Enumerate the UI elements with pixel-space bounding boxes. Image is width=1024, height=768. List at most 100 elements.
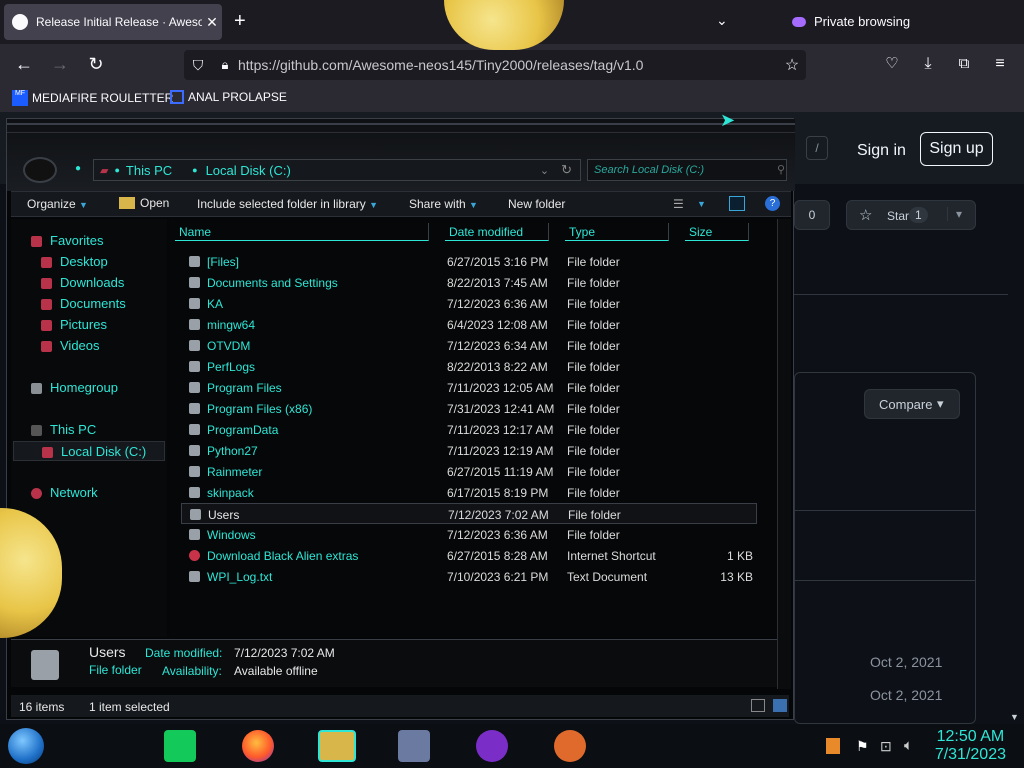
table-row[interactable]: Documents and Settings 8/22/2013 7:45 AM F… [181, 272, 757, 293]
table-row[interactable]: [Files] 6/27/2015 3:16 PM File folder [181, 251, 757, 272]
organize-button[interactable]: Organize ▼ [27, 197, 88, 211]
table-row[interactable]: ProgramData 7/11/2023 12:17 AM File folder [181, 419, 757, 440]
star-label: Star [887, 209, 910, 223]
drive-icon [42, 447, 53, 459]
table-row[interactable]: Download Black Alien extras 6/27/2015 8:2… [181, 545, 757, 566]
menu-icon[interactable]: ≡ [988, 52, 1012, 76]
scroll-down-icon[interactable]: ▼ [1010, 712, 1019, 722]
search-icon[interactable]: ⚲ [777, 163, 785, 176]
table-row[interactable]: KA 7/12/2023 6:36 AM File folder [181, 293, 757, 314]
table-row[interactable]: Windows 7/12/2023 6:36 AM File folder [181, 524, 757, 545]
nav-desktop[interactable]: Desktop [41, 252, 108, 272]
star-button[interactable]: ☆ Star 1 ▾ [846, 200, 976, 230]
lock-icon[interactable]: 🔒︎ [212, 57, 238, 73]
nav-videos[interactable]: Videos [41, 336, 100, 356]
file-name: mingw64 [207, 318, 256, 332]
nav-this-pc[interactable]: This PC [31, 420, 96, 440]
sign-up-button[interactable]: Sign up [920, 132, 993, 166]
table-row[interactable]: Python27 7/11/2023 12:19 AM File folder [181, 440, 757, 461]
table-row[interactable]: Program Files (x86) 7/31/2023 12:41 AM Fil… [181, 398, 757, 419]
nav-network[interactable]: Network [31, 483, 98, 503]
bookmarks-toolbar: MF MEDIAFIRE ROULETTER ANAL PROLAPSE [0, 84, 1024, 112]
page-scrollbar-track[interactable] [1008, 184, 1024, 724]
table-row[interactable]: PerfLogs 8/22/2013 8:22 AM File folder [181, 356, 757, 377]
nav-downloads[interactable]: Downloads [41, 273, 124, 293]
bookmark-item[interactable]: MF MEDIAFIRE ROULETTER [12, 90, 173, 106]
nav-favorites[interactable]: Favorites [31, 231, 103, 251]
search-input[interactable]: Search Local Disk (C:) [587, 159, 787, 181]
close-tab-icon[interactable]: ✕ [202, 14, 222, 31]
list-tabs-icon[interactable]: ⌄ [716, 12, 728, 29]
chevron-down-icon[interactable]: ⌄ [540, 164, 549, 177]
file-type: Text Document [567, 570, 648, 584]
help-icon[interactable]: ? [765, 196, 780, 211]
reload-icon[interactable]: ↻ [84, 52, 108, 76]
shield-icon[interactable]: ⛉ [184, 57, 212, 74]
start-orb-icon[interactable] [8, 728, 44, 764]
breadcrumb-this-pc[interactable]: This PC [126, 163, 172, 178]
chevron-down-icon[interactable]: ▾ [947, 207, 962, 221]
details-view-icon[interactable] [751, 699, 765, 712]
table-row[interactable]: mingw64 6/4/2023 12:08 AM File folder [181, 314, 757, 335]
back-arrow-icon[interactable]: ← [12, 52, 36, 76]
firefox-icon[interactable] [242, 730, 274, 762]
flag-icon[interactable]: ⚑ [856, 738, 869, 755]
table-row[interactable]: Program Files 7/11/2023 12:05 AM File fold… [181, 377, 757, 398]
breadcrumb-separator-icon: ● [114, 165, 120, 175]
chevron-down-icon[interactable]: ▼ [697, 199, 706, 209]
url-text[interactable]: https://github.com/Awesome-neos145/Tiny2… [238, 57, 778, 73]
file-explorer-icon[interactable] [318, 730, 356, 762]
nav-pictures[interactable]: Pictures [41, 315, 107, 335]
table-row[interactable]: Users 7/12/2023 7:02 AM File folder [181, 503, 757, 524]
preview-pane-icon[interactable] [729, 196, 745, 211]
address-bar[interactable]: ▰ ● This PC ● Local Disk (C:) ⌄ ↻ [93, 159, 581, 181]
folder-icon [190, 509, 201, 520]
nav-documents[interactable]: Documents [41, 294, 126, 314]
clock[interactable]: 12:50 AM 7/31/2023 [935, 728, 1006, 764]
pocket-icon[interactable]: ♡ [880, 52, 904, 76]
explorer-scrollbar[interactable] [777, 219, 791, 689]
new-folder-button[interactable]: New folder [508, 197, 565, 211]
back-orb-icon[interactable] [23, 157, 57, 183]
download-icon[interactable]: ⤓ [916, 52, 940, 76]
bookmark-star-icon[interactable]: ☆ [778, 55, 806, 75]
fork-count[interactable]: 0 [794, 200, 830, 230]
file-type: File folder [567, 276, 620, 290]
control-panel-icon[interactable] [398, 730, 430, 762]
large-icons-view-icon[interactable] [773, 699, 787, 712]
table-row[interactable]: Rainmeter 6/27/2015 11:19 AM File folder [181, 461, 757, 482]
notes-app-icon[interactable] [164, 730, 196, 762]
include-in-library-button[interactable]: Include selected folder in library ▼ [197, 197, 378, 211]
breadcrumb-local-disk[interactable]: Local Disk (C:) [206, 163, 540, 178]
tray-app-icon[interactable] [826, 738, 840, 754]
bookmark-item[interactable]: ANAL PROLAPSE [170, 90, 287, 104]
nav-local-disk[interactable]: Local Disk (C:) [13, 441, 165, 461]
column-name[interactable]: Name [175, 223, 429, 241]
compare-button[interactable]: Compare ▾ [864, 389, 960, 419]
url-bar[interactable]: ⛉ 🔒︎ https://github.com/Awesome-neos145/… [184, 50, 806, 80]
column-type[interactable]: Type [565, 223, 669, 241]
file-date: 7/12/2023 6:34 AM [447, 339, 548, 353]
volume-icon[interactable]: 🔈︎ [904, 737, 913, 754]
sign-in-link[interactable]: Sign in [857, 142, 906, 160]
table-row[interactable]: WPI_Log.txt 7/10/2023 6:21 PM Text Documen… [181, 566, 757, 587]
file-type: File folder [567, 381, 620, 395]
forward-dot-icon[interactable]: ● [75, 163, 81, 174]
refresh-icon[interactable]: ↻ [561, 162, 572, 178]
app-icon[interactable] [554, 730, 586, 762]
new-tab-button[interactable]: + [234, 10, 246, 33]
nav-homegroup[interactable]: Homegroup [31, 378, 118, 398]
forward-arrow-icon[interactable]: → [48, 52, 72, 76]
network-status-icon[interactable]: ⊡ [880, 738, 892, 755]
private-browsing-icon[interactable] [476, 730, 508, 762]
table-row[interactable]: OTVDM 7/12/2023 6:34 AM File folder [181, 335, 757, 356]
open-button[interactable]: Open [119, 196, 169, 210]
column-date-modified[interactable]: Date modified [445, 223, 549, 241]
tab-release[interactable]: Release Initial Release · Awesom ✕ [4, 4, 222, 40]
extensions-icon[interactable]: ⧉ [952, 52, 976, 76]
column-size[interactable]: Size [685, 223, 749, 241]
star-icon: ☆ [859, 207, 873, 224]
share-with-button[interactable]: Share with ▼ [409, 197, 478, 211]
table-row[interactable]: skinpack 6/17/2015 8:19 PM File folder [181, 482, 757, 503]
view-options-icon[interactable]: ☰ [673, 197, 684, 211]
